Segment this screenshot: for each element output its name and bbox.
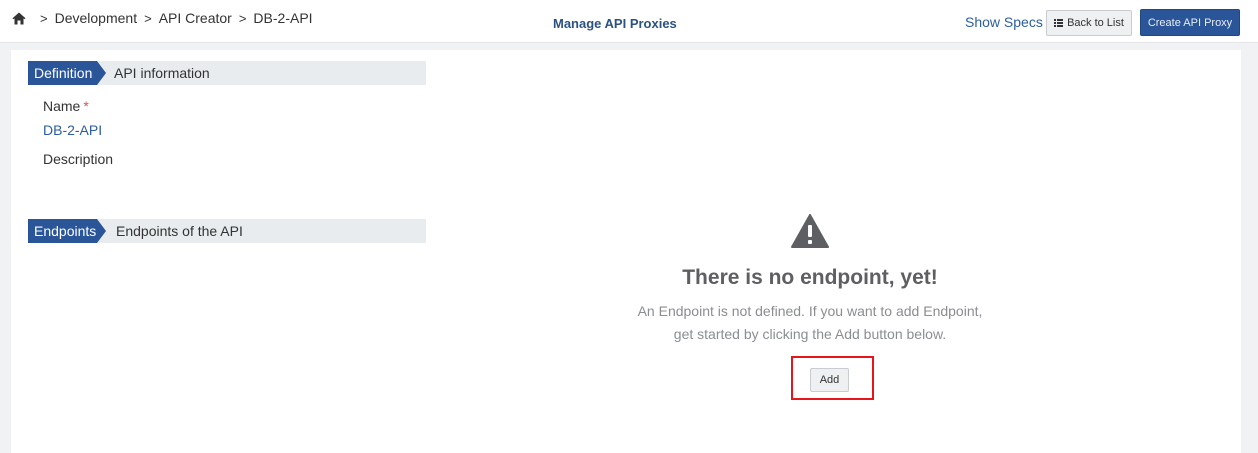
breadcrumb-development[interactable]: Development (55, 10, 138, 26)
endpoints-section-header: Endpoints Endpoints of the API (28, 219, 426, 243)
definition-section-header: Definition API information (28, 61, 426, 85)
required-mark: * (83, 98, 89, 114)
breadcrumb-api-creator[interactable]: API Creator (159, 10, 232, 26)
home-icon[interactable] (12, 12, 26, 25)
empty-state-title: There is no endpoint, yet! (682, 266, 938, 289)
add-endpoint-button[interactable]: Add (810, 368, 849, 392)
empty-state: There is no endpoint, yet! An Endpoint i… (571, 214, 1049, 346)
breadcrumb-separator: > (238, 10, 247, 26)
breadcrumb-current: DB-2-API (253, 10, 313, 26)
create-api-proxy-button[interactable]: Create API Proxy (1140, 9, 1240, 36)
name-label-text: Name (43, 98, 81, 114)
breadcrumb: > Development > API Creator > DB-2-API (12, 9, 313, 27)
page-title: Manage API Proxies (553, 16, 677, 31)
breadcrumb-separator: > (144, 10, 152, 26)
back-to-list-label: Back to List (1067, 17, 1124, 29)
add-button-highlight: Add (791, 356, 874, 400)
empty-state-line-1: An Endpoint is not defined. If you want … (637, 303, 983, 319)
content-panel: Definition API information Name * DB-2-AP… (11, 50, 1241, 453)
breadcrumb-separator: > (40, 10, 48, 26)
empty-state-text: An Endpoint is not defined. If you want … (571, 300, 1049, 346)
endpoints-title: Endpoints of the API (116, 223, 243, 239)
list-icon (1054, 19, 1064, 27)
definition-tag: Definition (28, 61, 106, 85)
back-to-list-button[interactable]: Back to List (1046, 10, 1132, 36)
definition-title: API information (114, 65, 210, 81)
name-label: Name * (43, 98, 89, 114)
endpoints-tag: Endpoints (28, 219, 106, 243)
show-specs-link[interactable]: Show Specs (965, 14, 1043, 30)
warning-icon (791, 214, 829, 248)
empty-state-line-2: get started by clicking the Add button b… (673, 326, 947, 342)
top-bar: > Development > API Creator > DB-2-API M… (0, 0, 1258, 43)
name-value[interactable]: DB-2-API (43, 122, 102, 138)
description-label: Description (43, 151, 114, 167)
